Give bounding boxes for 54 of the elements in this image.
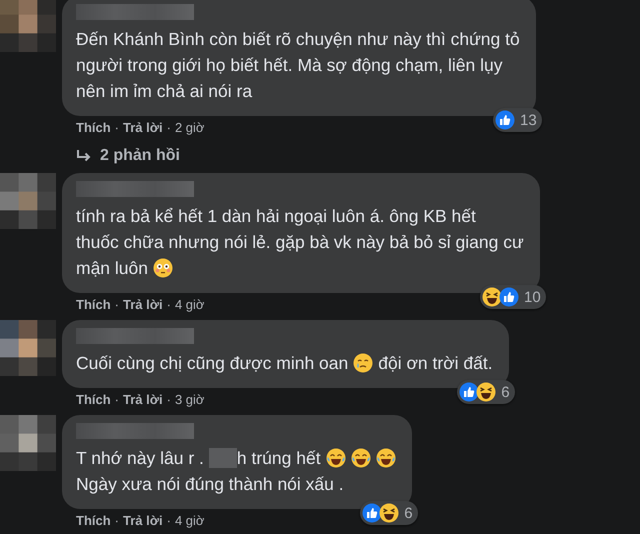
laughing-face-icon <box>379 503 400 523</box>
laughing-face-icon <box>376 448 396 468</box>
timestamp: 4 giờ <box>174 513 204 528</box>
comment-text: Đến Khánh Bình còn biết rõ chuyện như này thì chứng tỏ <box>76 28 520 51</box>
comment-text: Ngày xưa nói đúng thành nói xấu . <box>76 473 344 496</box>
thumbs-up-icon <box>495 110 516 130</box>
blurred-word <box>208 448 237 468</box>
separator-dot: · <box>114 392 120 407</box>
view-replies-link[interactable]: 2 phản hồi <box>62 135 180 165</box>
separator-dot: · <box>114 297 120 312</box>
reply-arrow-icon <box>76 149 92 163</box>
avatar-icon[interactable] <box>0 173 56 229</box>
comment-text: mận luôn <box>76 257 148 280</box>
comment-text: h trúng hết <box>236 447 321 470</box>
timestamp: 4 giờ <box>174 297 204 312</box>
thumbs-up-icon <box>498 287 519 307</box>
thumbs-up-icon <box>459 382 480 402</box>
comment-text: người trong giới họ biết hết. Mà sợ động chạm, liên lụy <box>76 54 503 77</box>
reaction-count[interactable]: 10 <box>480 285 546 309</box>
action-link[interactable]: Thích <box>76 120 111 135</box>
action-link[interactable]: Trả lời <box>123 513 163 528</box>
thumbs-up-icon <box>362 503 382 523</box>
comment-text: đội ơn trời đất. <box>378 352 493 375</box>
avatar-icon[interactable] <box>0 0 56 52</box>
reaction-count[interactable]: 6 <box>360 501 418 525</box>
flushed-face-icon <box>153 258 173 278</box>
comment-text: thuốc chữa nhưng nói lẻ. gặp bà vk này bả bỏ sỉ giang cư <box>76 231 524 254</box>
comment-text: nên im ỉm chả ai nói ra <box>76 80 252 103</box>
comment-text: tính ra bả kể hết 1 dàn hải ngoại luôn á. ông KB hết <box>76 205 476 228</box>
crying-face-icon <box>353 353 374 373</box>
separator-dot: · <box>114 120 120 135</box>
laughing-face-icon <box>326 448 346 468</box>
timestamp: 2 giờ <box>174 120 204 135</box>
avatar-icon[interactable] <box>0 415 56 471</box>
laughing-face-icon <box>482 287 502 307</box>
comment-text: Cuối cùng chị cũng được minh oan <box>76 352 348 375</box>
separator-dot: · <box>166 120 171 135</box>
action-link[interactable]: Trả lời <box>123 120 163 135</box>
separator-dot: · <box>166 513 171 528</box>
separator-dot: · <box>166 392 171 407</box>
laughing-face-icon <box>350 448 371 468</box>
action-link[interactable]: Thích <box>76 297 111 312</box>
comment-text: T nhớ này lâu r . <box>76 447 204 470</box>
separator-dot: · <box>166 297 171 312</box>
action-link[interactable]: Thích <box>76 513 111 528</box>
laughing-face-icon <box>476 382 496 402</box>
timestamp: 3 giờ <box>174 392 204 407</box>
avatar-icon[interactable] <box>0 320 56 376</box>
action-link[interactable]: Trả lời <box>123 297 163 312</box>
reaction-count[interactable]: 6 <box>457 380 515 404</box>
action-link[interactable]: Thích <box>76 392 111 407</box>
action-link[interactable]: Trả lời <box>123 392 163 407</box>
reaction-count[interactable]: 13 <box>493 108 542 132</box>
separator-dot: · <box>114 513 120 528</box>
